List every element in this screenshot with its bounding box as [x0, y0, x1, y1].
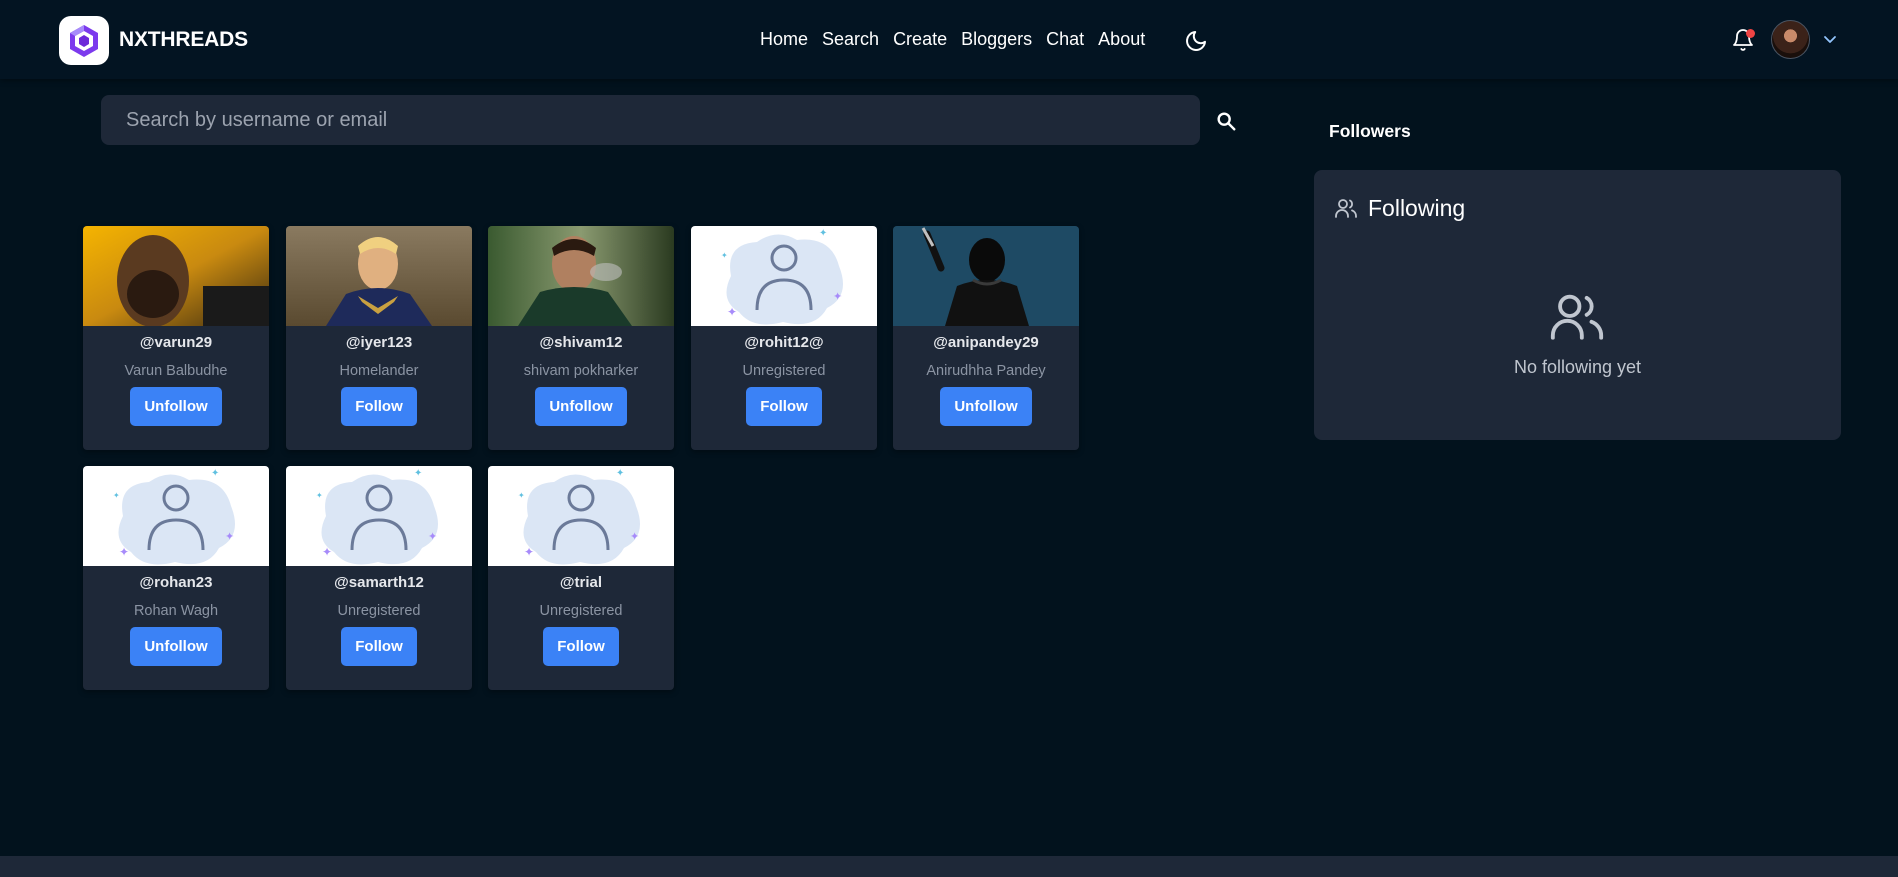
user-photo: [893, 226, 1079, 326]
svg-text:✦: ✦: [316, 491, 323, 500]
users-empty-icon: [1550, 294, 1604, 340]
moon-icon[interactable]: [1184, 29, 1208, 53]
brand-name[interactable]: NXTHREADS: [119, 28, 248, 52]
placeholder-avatar-icon: ✦ ✦ ✦ ✦: [691, 226, 877, 326]
search-bar: [101, 95, 1200, 145]
logo-icon: [70, 24, 98, 57]
search-input[interactable]: [101, 95, 1200, 145]
display-name: shivam pokharker: [523, 363, 639, 379]
svg-text:✦: ✦: [414, 468, 422, 479]
nav-chat[interactable]: Chat: [1046, 29, 1084, 50]
nav-bloggers[interactable]: Bloggers: [961, 29, 1032, 50]
svg-text:✦: ✦: [518, 491, 525, 500]
username[interactable]: @rohan23: [83, 574, 269, 591]
unfollow-button[interactable]: Unfollow: [130, 387, 222, 426]
user-card: ✦ ✦ ✦ ✦ @rohit12@ Unregistered Follow: [691, 226, 877, 450]
notification-dot: [1746, 29, 1755, 38]
svg-text:✦: ✦: [630, 531, 639, 543]
username[interactable]: @iyer123: [286, 334, 472, 351]
nav-about[interactable]: About: [1098, 29, 1145, 50]
following-heading: Following: [1368, 195, 1466, 221]
empty-state-text: No following yet: [1513, 357, 1642, 377]
nav-home[interactable]: Home: [760, 29, 808, 50]
username[interactable]: @trial: [488, 574, 674, 591]
follow-button[interactable]: Follow: [341, 627, 417, 666]
svg-text:✦: ✦: [727, 305, 737, 319]
display-name: Rohan Wagh: [133, 603, 219, 619]
followers-heading[interactable]: Followers: [1329, 121, 1411, 142]
svg-text:✦: ✦: [113, 491, 120, 500]
display-name: Unregistered: [337, 603, 421, 619]
nav-links: Home Search Create Bloggers Chat About: [760, 29, 1159, 50]
display-name: Varun Balbudhe: [124, 363, 228, 379]
user-card: ✦ ✦ ✦ ✦ @rohan23 Rohan Wagh Unfollow: [83, 466, 269, 690]
follow-button[interactable]: Follow: [341, 387, 417, 426]
display-name: Anirudhha Pandey: [926, 363, 1046, 379]
follow-button[interactable]: Follow: [746, 387, 822, 426]
avatar[interactable]: [1771, 20, 1810, 59]
username[interactable]: @shivam12: [488, 334, 674, 351]
logo[interactable]: [59, 16, 109, 65]
display-name: Homelander: [339, 363, 419, 379]
users-icon: [1335, 199, 1357, 218]
user-card: ✦ ✦ ✦ ✦ @samarth12 Unregistered Follow: [286, 466, 472, 690]
chevron-down-icon[interactable]: [1822, 33, 1838, 47]
username[interactable]: @rohit12@: [691, 334, 877, 351]
svg-text:✦: ✦: [819, 228, 827, 239]
user-photo: [83, 226, 269, 326]
username[interactable]: @varun29: [83, 334, 269, 351]
unfollow-button[interactable]: Unfollow: [940, 387, 1032, 426]
display-name: Unregistered: [539, 603, 623, 619]
username[interactable]: @samarth12: [286, 574, 472, 591]
unfollow-button[interactable]: Unfollow: [535, 387, 627, 426]
username[interactable]: @anipandey29: [893, 334, 1079, 351]
footer: [0, 856, 1898, 877]
svg-text:✦: ✦: [211, 468, 219, 479]
user-card: @iyer123 Homelander Follow: [286, 226, 472, 450]
user-card: @varun29 Varun Balbudhe Unfollow: [83, 226, 269, 450]
svg-text:✦: ✦: [225, 531, 234, 543]
svg-text:✦: ✦: [322, 545, 332, 559]
search-icon[interactable]: [1215, 110, 1237, 132]
svg-text:✦: ✦: [833, 291, 842, 303]
svg-text:✦: ✦: [721, 251, 728, 260]
navbar: NXTHREADS Home Search Create Bloggers Ch…: [0, 0, 1898, 79]
placeholder-avatar-icon: ✦ ✦ ✦ ✦: [286, 466, 472, 566]
user-photo: [286, 226, 472, 326]
following-panel: Following No following yet: [1314, 170, 1841, 440]
svg-text:✦: ✦: [428, 531, 437, 543]
user-card: ✦ ✦ ✦ ✦ @trial Unregistered Follow: [488, 466, 674, 690]
user-card: @shivam12 shivam pokharker Unfollow: [488, 226, 674, 450]
svg-text:✦: ✦: [119, 545, 129, 559]
svg-text:✦: ✦: [524, 545, 534, 559]
user-photo: [488, 226, 674, 326]
svg-text:✦: ✦: [616, 468, 624, 479]
nav-search[interactable]: Search: [822, 29, 879, 50]
placeholder-avatar-icon: ✦ ✦ ✦ ✦: [488, 466, 674, 566]
placeholder-avatar-icon: ✦ ✦ ✦ ✦: [83, 466, 269, 566]
follow-button[interactable]: Follow: [543, 627, 619, 666]
user-card: @anipandey29 Anirudhha Pandey Unfollow: [893, 226, 1079, 450]
unfollow-button[interactable]: Unfollow: [130, 627, 222, 666]
nav-create[interactable]: Create: [893, 29, 947, 50]
display-name: Unregistered: [742, 363, 826, 379]
